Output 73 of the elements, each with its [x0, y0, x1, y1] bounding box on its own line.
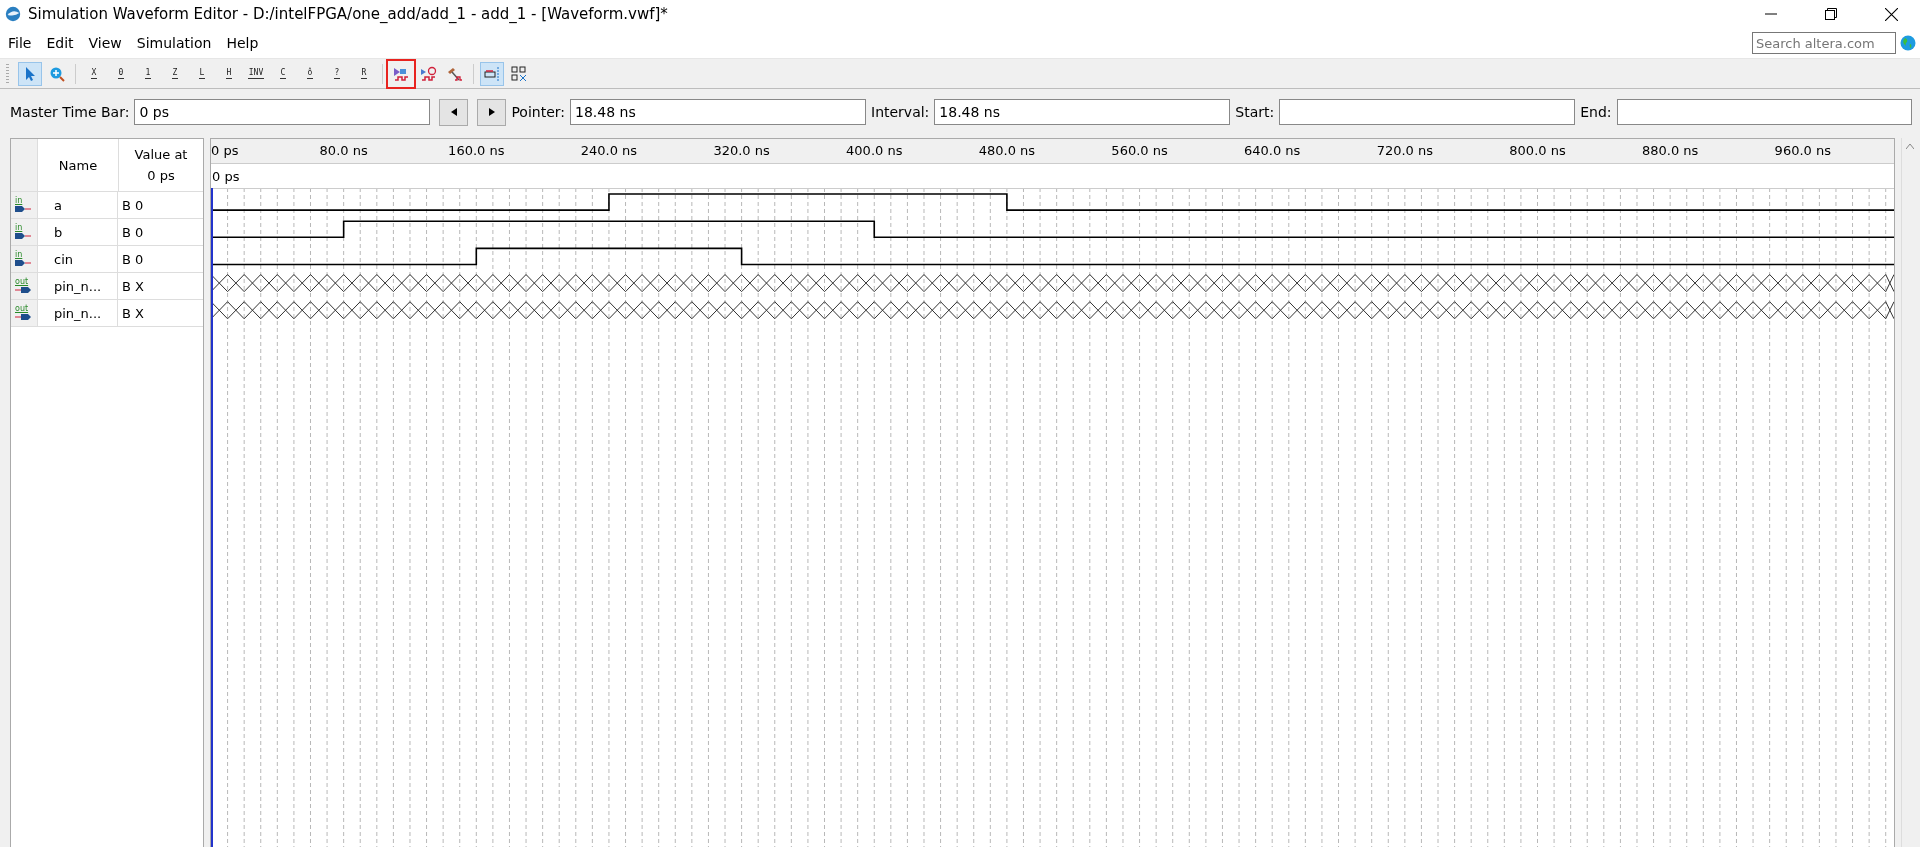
signal-name[interactable]: a — [38, 192, 118, 218]
snap-to-grid-icon — [483, 65, 501, 82]
waveform-value-button[interactable]: ô — [298, 61, 322, 86]
signal-name[interactable]: b — [38, 219, 118, 245]
app-logo-icon — [4, 5, 22, 23]
time-tick-label: 640.0 ns — [1244, 143, 1301, 158]
cursor-time-label: 0 ps — [211, 168, 240, 184]
scroll-up-icon[interactable] — [1906, 144, 1914, 149]
signal-name[interactable]: pin_n... — [38, 273, 118, 299]
grid-icon — [511, 65, 527, 82]
waveform-value-button[interactable]: Z — [163, 61, 187, 86]
toolbar-button[interactable] — [480, 61, 504, 86]
signal-name[interactable]: cin — [38, 246, 118, 272]
time-tick-label: 80.0 ns — [319, 143, 368, 158]
toolbar-button[interactable] — [389, 61, 413, 86]
time-tick-label: 0 ps — [211, 143, 239, 158]
field-label: Start: — [1235, 104, 1275, 120]
time-tick-label: 320.0 ns — [713, 143, 770, 158]
menu-item[interactable]: Help — [226, 35, 259, 51]
caret-right-icon — [488, 108, 495, 116]
signal-value: B 0 — [121, 250, 145, 269]
field-label: End: — [1580, 104, 1612, 120]
waveform-value-button[interactable]: X — [82, 61, 106, 86]
search-field[interactable]: Search altera.com — [1752, 32, 1896, 54]
waveform-value-button[interactable]: R — [352, 61, 376, 86]
interval-field[interactable]: 18.48 ns — [934, 99, 1231, 125]
time-tick-label: 240.0 ns — [580, 143, 638, 158]
time-tick-label: 720.0 ns — [1376, 143, 1434, 158]
play-waveform-icon — [392, 65, 410, 82]
menu-item[interactable]: View — [88, 35, 122, 51]
signal-value: B 0 — [121, 196, 145, 215]
waveform-value-button[interactable]: 0 — [109, 61, 133, 86]
field-label: Pointer: — [511, 104, 565, 120]
restore-icon[interactable] — [1825, 8, 1837, 20]
column-header[interactable]: Name — [38, 139, 119, 191]
signal-value: B X — [121, 277, 145, 296]
waveform-value-button[interactable]: H — [217, 61, 241, 86]
signal-value: B X — [121, 304, 145, 323]
start-field[interactable] — [1279, 99, 1576, 125]
signal-value: B 0 — [121, 223, 145, 242]
end-field[interactable] — [1616, 99, 1912, 125]
clock-waveform-icon — [419, 65, 437, 82]
time-tick-label: 960.0 ns — [1774, 143, 1831, 158]
field-label: Interval: — [871, 104, 930, 120]
waveform-value-button[interactable]: INV — [244, 61, 268, 86]
signal-name[interactable]: pin_n... — [38, 300, 118, 326]
time-tick-label: 800.0 ns — [1509, 143, 1566, 158]
time-tick-label: 560.0 ns — [1111, 143, 1168, 158]
pointer-field[interactable]: 18.48 ns — [570, 99, 866, 125]
waveform-value-button[interactable]: 1 — [136, 61, 160, 86]
globe-icon[interactable] — [1900, 35, 1916, 51]
waveform-value-button[interactable]: L — [190, 61, 214, 86]
time-tick-label: 400.0 ns — [846, 143, 903, 158]
window-title: Simulation Waveform Editor - D:/intelFPGA/one_add/add_1 - add_1 - [Waveform.vwf]* — [28, 5, 668, 23]
previous-button[interactable] — [439, 98, 469, 126]
column-header[interactable]: Value at 0 ps — [119, 139, 203, 191]
next-button[interactable] — [477, 98, 507, 126]
menu-item[interactable]: Edit — [46, 35, 74, 51]
field-label: Master Time Bar: — [10, 104, 130, 120]
toolbar-grip[interactable] — [6, 63, 9, 84]
time-tick-label: 160.0 ns — [448, 143, 505, 158]
waveform-value-button[interactable]: ? — [325, 61, 349, 86]
zoom-icon — [49, 65, 65, 82]
caret-left-icon — [450, 108, 457, 116]
waveform-value-button[interactable]: C — [271, 61, 295, 86]
hammer-icon — [446, 65, 464, 82]
menu-item[interactable]: Simulation — [136, 35, 212, 51]
close-icon[interactable] — [1885, 7, 1898, 21]
time-tick-label: 480.0 ns — [978, 143, 1036, 158]
toolbar-button[interactable] — [18, 61, 42, 86]
menu-item[interactable]: File — [8, 35, 32, 51]
time-tick-label: 880.0 ns — [1641, 143, 1699, 158]
master-time-field[interactable]: 0 ps — [134, 99, 431, 125]
